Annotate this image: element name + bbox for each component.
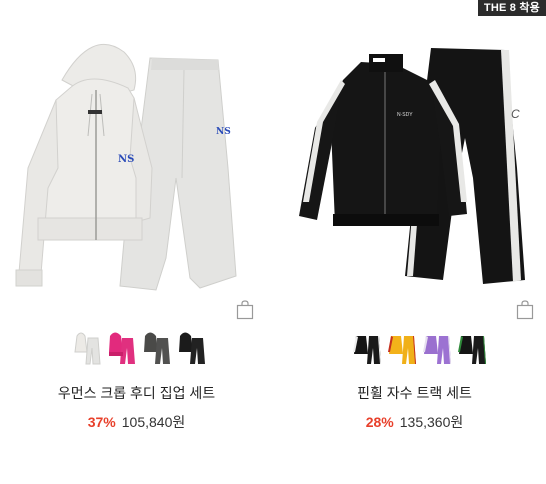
svg-text:NS: NS [216, 127, 231, 137]
discount-rate: 28% [365, 414, 394, 430]
color-swatch-list [273, 330, 546, 368]
svg-text:C: C [511, 107, 520, 121]
swatch-charcoal[interactable] [141, 330, 172, 366]
product-image-hoodie-set[interactable]: NS NS [0, 18, 273, 298]
color-swatch-list [0, 330, 275, 368]
swatch-yellow[interactable] [387, 330, 418, 366]
product-card-hoodie-set[interactable]: NS NS 우먼스 크롭 후디 집업 세트 37% 105,840원 [0, 0, 273, 484]
discount-rate: 37% [87, 414, 116, 430]
swatch-black[interactable] [352, 330, 383, 366]
sale-price: 135,360원 [399, 414, 464, 430]
svg-text:NS: NS [118, 154, 134, 165]
swatch-purple[interactable] [422, 330, 453, 366]
swatch-black[interactable] [176, 330, 207, 366]
swatch-pink[interactable] [106, 330, 137, 366]
swatch-black-green[interactable] [457, 330, 488, 366]
svg-text:N·SDY: N·SDY [397, 112, 413, 118]
price-line: 37% 105,840원 [0, 412, 273, 432]
product-card-track-set[interactable]: C N·SDY 핀휠 자수 트랙 세트 28% 135,360원 [273, 0, 546, 484]
price-line: 28% 135,360원 [273, 412, 546, 432]
shopping-bag-icon[interactable] [236, 300, 254, 320]
product-image-track-set[interactable]: C N·SDY [273, 18, 546, 298]
shopping-bag-icon[interactable] [516, 300, 534, 320]
swatch-oatmeal[interactable] [71, 330, 102, 366]
product-name[interactable]: 우먼스 크롭 후디 집업 세트 [0, 383, 273, 403]
product-name[interactable]: 핀휠 자수 트랙 세트 [273, 383, 546, 403]
sale-price: 105,840원 [121, 414, 186, 430]
